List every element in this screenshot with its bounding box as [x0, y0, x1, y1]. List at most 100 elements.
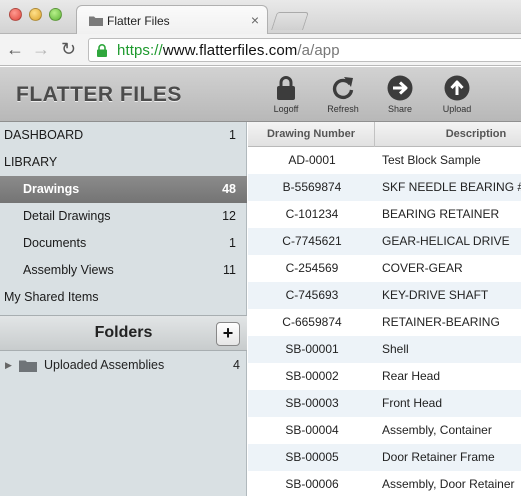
column-header-drawing-number[interactable]: Drawing Number	[248, 122, 375, 147]
folder-icon	[19, 360, 37, 372]
drawing-number-cell: SB-00001	[285, 342, 339, 356]
sidebar-item-count: 48	[222, 182, 236, 196]
description-cell: Test Block Sample	[382, 153, 481, 167]
description-cell: GEAR-HELICAL DRIVE	[382, 234, 510, 248]
tab-title: Flatter Files	[107, 14, 170, 28]
address-bar[interactable]: https://www.flatterfiles.com/a/app	[88, 38, 521, 62]
back-arrow-icon[interactable]: ←	[6, 39, 24, 59]
column-header-description[interactable]: Description	[376, 122, 521, 147]
drawing-number-cell: C-745693	[285, 288, 339, 302]
sidebar-item-drawings[interactable]: Drawings 48	[0, 176, 247, 203]
app-brand: FLATTER FILES	[16, 83, 182, 106]
drawing-number-cell: SB-00006	[285, 477, 339, 491]
sidebar-item-label: Detail Drawings	[23, 209, 111, 223]
sidebar-item-count: 12	[222, 209, 236, 223]
lock-icon	[277, 76, 295, 100]
description-cell: BEARING RETAINER	[382, 207, 500, 221]
table-row[interactable]: SB-00006 Assembly, Door Retainer	[248, 471, 521, 496]
table-row[interactable]: SB-00003 Front Head	[248, 390, 521, 417]
sidebar: DASHBOARD 1 LIBRARY Drawings 48 Detail D…	[0, 122, 247, 496]
drawing-number-cell: C-101234	[285, 207, 339, 221]
description-cell: COVER-GEAR	[382, 261, 463, 275]
sidebar-item-assembly-views[interactable]: Assembly Views 11	[0, 257, 247, 284]
secure-lock-icon	[97, 44, 107, 57]
url-path: /a/app	[297, 42, 340, 59]
description-cell: Assembly, Container	[382, 423, 492, 437]
table-row[interactable]: B-5569874 SKF NEEDLE BEARING #	[248, 174, 521, 201]
sidebar-item-count: 1	[229, 236, 236, 250]
refresh-label: Refresh	[327, 104, 359, 114]
folders-header: Folders +	[0, 315, 247, 351]
description-cell: Assembly, Door Retainer	[382, 477, 515, 491]
share-label: Share	[387, 104, 413, 114]
url-scheme: https://	[117, 42, 163, 59]
table-row[interactable]: C-6659874 RETAINER-BEARING	[248, 309, 521, 336]
sidebar-item-library[interactable]: LIBRARY	[0, 149, 247, 176]
app-header: FLATTER FILES Logoff Refresh Share Uploa…	[0, 67, 521, 122]
description-cell: Door Retainer Frame	[382, 450, 495, 464]
table-row[interactable]: SB-00001 Shell	[248, 336, 521, 363]
forward-arrow-icon[interactable]: →	[32, 39, 50, 59]
drawing-number-cell: B-5569874	[282, 180, 342, 194]
drawing-number-cell: SB-00002	[285, 369, 339, 383]
sidebar-item-count: 1	[229, 128, 236, 142]
folder-count: 4	[233, 358, 240, 372]
sidebar-item-label: DASHBOARD	[4, 128, 84, 142]
share-button[interactable]: Share	[375, 75, 425, 114]
reload-icon[interactable]: ↻	[61, 39, 76, 59]
sidebar-item-my-shared-items[interactable]: My Shared Items	[0, 284, 247, 311]
refresh-icon	[332, 77, 354, 100]
folder-label: Uploaded Assemblies	[44, 358, 165, 372]
add-folder-button[interactable]: +	[216, 322, 240, 346]
sidebar-item-count: 11	[223, 263, 236, 277]
description-cell: Shell	[382, 342, 409, 356]
sidebar-item-detail-drawings[interactable]: Detail Drawings 12	[0, 203, 247, 230]
table-row[interactable]: AD-0001 Test Block Sample	[248, 147, 521, 174]
table-row[interactable]: C-745693 KEY-DRIVE SHAFT	[248, 282, 521, 309]
sidebar-item-label: Assembly Views	[23, 263, 114, 277]
close-window-button[interactable]	[9, 8, 22, 21]
refresh-button[interactable]: Refresh	[318, 75, 368, 114]
browser-toolbar: ← → ↻ https://www.flatterfiles.com/a/app	[0, 34, 521, 66]
table-row[interactable]: SB-00005 Door Retainer Frame	[248, 444, 521, 471]
table-row[interactable]: C-254569 COVER-GEAR	[248, 255, 521, 282]
url-host: www.flatterfiles.com	[162, 42, 298, 59]
zoom-window-button[interactable]	[49, 8, 62, 21]
sidebar-item-dashboard[interactable]: DASHBOARD 1	[0, 122, 247, 149]
description-cell: Front Head	[382, 396, 443, 410]
folders-title: Folders	[94, 324, 153, 341]
browser-tab[interactable]: Flatter Files ×	[76, 5, 268, 35]
drawing-number-cell: C-6659874	[282, 315, 342, 329]
sidebar-item-label: My Shared Items	[4, 290, 99, 304]
url-text: https://www.flatterfiles.com/a/app	[117, 42, 340, 59]
browser-titlebar: Flatter Files ×	[0, 0, 521, 35]
sidebar-item-label: LIBRARY	[4, 155, 58, 169]
table-header: Drawing Number Description	[248, 122, 521, 147]
logoff-button[interactable]: Logoff	[261, 75, 311, 114]
table-row[interactable]: SB-00004 Assembly, Container	[248, 417, 521, 444]
drawing-number-cell: C-7745621	[282, 234, 342, 248]
sidebar-item-documents[interactable]: Documents 1	[0, 230, 247, 257]
drawing-number-cell: SB-00005	[285, 450, 339, 464]
tab-close-icon[interactable]: ×	[251, 12, 259, 28]
upload-label: Upload	[442, 104, 472, 114]
drawing-number-cell: SB-00004	[285, 423, 339, 437]
drawing-number-cell: SB-00003	[285, 396, 339, 410]
minimize-window-button[interactable]	[29, 8, 42, 21]
table-row[interactable]: C-101234 BEARING RETAINER	[248, 201, 521, 228]
description-cell: RETAINER-BEARING	[382, 315, 500, 329]
folder-item-uploaded-assemblies[interactable]: ▶ Uploaded Assemblies 4	[0, 352, 247, 379]
expand-triangle-icon[interactable]: ▶	[5, 352, 12, 379]
drawing-number-cell: C-254569	[285, 261, 339, 275]
sidebar-item-label: Drawings	[23, 182, 80, 196]
description-cell: SKF NEEDLE BEARING #	[382, 180, 521, 194]
table-row[interactable]: C-7745621 GEAR-HELICAL DRIVE	[248, 228, 521, 255]
arrow-up-icon	[444, 75, 470, 101]
table-row[interactable]: SB-00002 Rear Head	[248, 363, 521, 390]
description-cell: Rear Head	[382, 369, 441, 383]
arrow-right-icon	[387, 75, 413, 101]
folder-icon	[89, 16, 103, 26]
new-tab-button[interactable]	[271, 12, 309, 30]
description-cell: KEY-DRIVE SHAFT	[382, 288, 489, 302]
upload-button[interactable]: Upload	[432, 75, 482, 114]
